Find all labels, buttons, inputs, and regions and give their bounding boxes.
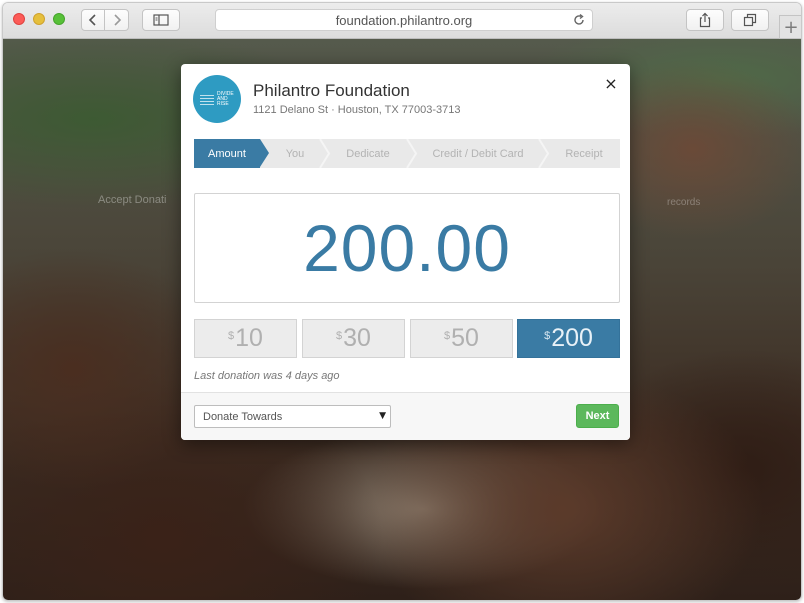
close-icon: ×: [604, 73, 618, 93]
step-separator: [538, 139, 550, 168]
currency-symbol: $: [444, 329, 451, 342]
chevron-left-icon: [88, 14, 96, 26]
step-label: Credit / Debit Card: [432, 147, 524, 160]
share-button[interactable]: [686, 9, 724, 31]
step-separator: [406, 139, 418, 168]
step-label: Amount: [208, 147, 246, 160]
step-label: You: [285, 147, 305, 160]
donation-steps: Amount You Dedicate Credit / Debit Card: [194, 139, 620, 168]
step-receipt[interactable]: Receipt: [550, 139, 618, 168]
logo-lines: [200, 95, 214, 107]
tabs-overview-icon: [743, 13, 757, 27]
share-icon: [699, 12, 711, 28]
close-modal-button[interactable]: ×: [602, 73, 620, 93]
step-arrow-active: [260, 139, 269, 167]
chevron-right-icon: [113, 14, 121, 26]
next-button[interactable]: Next: [576, 404, 619, 428]
step-label: Receipt: [565, 147, 603, 160]
new-tab-button[interactable]: +: [779, 15, 801, 39]
step-separator: [319, 139, 331, 168]
amount-value: 200.00: [303, 211, 511, 285]
background-sign-right: records: [667, 197, 701, 208]
organization-address: 1121 Delano St · Houston, TX 77003-3713: [253, 104, 461, 116]
browser-window: foundation.philantro.org + Accept Donati: [2, 2, 802, 601]
reload-icon[interactable]: [572, 13, 586, 27]
currency-symbol: $: [228, 329, 235, 342]
preset-10-button[interactable]: $ 10: [194, 319, 297, 358]
address-bar[interactable]: foundation.philantro.org: [215, 9, 593, 31]
organization-logo: DIVIDE AND RISE: [193, 75, 241, 123]
currency-symbol: $: [336, 329, 343, 342]
donate-towards-select[interactable]: Donate Towards ▼: [194, 405, 391, 428]
donation-modal: DIVIDE AND RISE Philantro Foundation 112…: [181, 64, 630, 440]
close-window-button[interactable]: [13, 13, 25, 25]
last-donation-note: Last donation was 4 days ago: [194, 370, 340, 382]
sidebar-icon: [153, 14, 169, 26]
maximize-window-button[interactable]: [53, 13, 65, 25]
step-label: Dedicate: [346, 147, 390, 160]
page-background: Accept Donati records DIVIDE AND RISE Ph…: [3, 39, 801, 600]
preset-200-button[interactable]: $ 200: [517, 319, 620, 358]
modal-footer: Donate Towards ▼ Next: [181, 392, 630, 440]
preset-value: 10: [235, 324, 263, 352]
donate-towards-value: Donate Towards: [203, 410, 283, 423]
preset-value: 50: [451, 324, 479, 352]
preset-value: 30: [343, 324, 371, 352]
background-sign-left: Accept Donati: [98, 194, 167, 206]
preset-50-button[interactable]: $ 50: [410, 319, 513, 358]
amount-input[interactable]: 200.00: [194, 193, 620, 303]
step-you[interactable]: You: [272, 139, 318, 168]
plus-icon: +: [783, 16, 799, 38]
step-amount[interactable]: Amount: [194, 139, 260, 168]
minimize-window-button[interactable]: [33, 13, 45, 25]
browser-toolbar: foundation.philantro.org +: [3, 3, 801, 39]
step-dedicate[interactable]: Dedicate: [332, 139, 404, 168]
logo-text: DIVIDE AND RISE: [217, 91, 234, 107]
show-tabs-button[interactable]: [731, 9, 769, 31]
currency-symbol: $: [544, 329, 551, 342]
step-credit-debit-card[interactable]: Credit / Debit Card: [418, 139, 538, 168]
caret-down-icon: ▼: [379, 411, 386, 421]
sidebar-button[interactable]: [142, 9, 180, 31]
preset-value: 200: [551, 324, 593, 352]
forward-button[interactable]: [105, 9, 129, 31]
organization-name: Philantro Foundation: [253, 81, 410, 100]
next-label: Next: [585, 410, 610, 422]
preset-30-button[interactable]: $ 30: [302, 319, 405, 358]
url-text: foundation.philantro.org: [335, 12, 473, 28]
back-button[interactable]: [81, 9, 105, 31]
